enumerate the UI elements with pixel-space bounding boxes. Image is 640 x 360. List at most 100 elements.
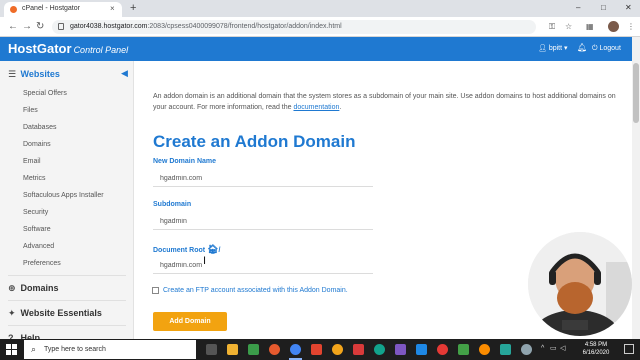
sidebar-section-website-essentials[interactable]: ✦ Website Essentials bbox=[8, 307, 102, 319]
ftp-account-checkbox[interactable] bbox=[152, 287, 159, 294]
maximize-button[interactable]: □ bbox=[601, 2, 606, 14]
cpanel-favicon-icon bbox=[10, 6, 17, 13]
browser-tab-bar: cPanel - Hostgator × + – □ ✕ bbox=[0, 0, 640, 17]
file-explorer-icon[interactable] bbox=[227, 344, 238, 355]
search-icon: ⌕ bbox=[31, 344, 37, 354]
task-view-icon[interactable] bbox=[206, 344, 217, 355]
intro-paragraph: An addon domain is an additional domain … bbox=[153, 91, 618, 113]
document-root-label-row: Document Root 🏠︎/ bbox=[153, 244, 221, 256]
user-icon: 👤︎ bbox=[538, 45, 549, 52]
document-root-label: Document Root bbox=[153, 247, 206, 254]
network-icon[interactable]: ▭ bbox=[550, 344, 557, 354]
user-menu[interactable]: 👤︎ bpitt ▾ bbox=[538, 43, 568, 55]
sidebar-item-databases[interactable]: Databases bbox=[23, 123, 56, 133]
add-domain-button[interactable]: Add Domain bbox=[153, 312, 227, 331]
app-icon-orange-round[interactable] bbox=[479, 344, 490, 355]
sidebar-item-email[interactable]: Email bbox=[23, 157, 41, 167]
wrench-icon: ✦ bbox=[8, 308, 16, 318]
browser-tab[interactable]: cPanel - Hostgator × bbox=[4, 2, 122, 17]
app-icon-teal-square[interactable] bbox=[500, 344, 511, 355]
close-tab-icon[interactable]: × bbox=[110, 4, 115, 14]
hostgator-logo[interactable]: HostGator Control Panel bbox=[8, 41, 128, 58]
browser-toolbar: ← → ↻ gator4038.hostgator.com:2083/cpses… bbox=[0, 17, 640, 37]
url-path: :2083/cpsess0400099078/frontend/hostgato… bbox=[147, 23, 342, 30]
address-bar[interactable]: gator4038.hostgator.com:2083/cpsess04000… bbox=[52, 20, 536, 34]
brave-icon[interactable] bbox=[311, 344, 322, 355]
volume-icon[interactable]: ◁ bbox=[560, 344, 565, 354]
new-domain-input[interactable] bbox=[153, 171, 373, 187]
close-window-button[interactable]: ✕ bbox=[625, 2, 632, 14]
scrollbar-thumb[interactable] bbox=[633, 63, 639, 123]
logout-label: Logout bbox=[599, 45, 621, 52]
taskbar-search[interactable]: ⌕ Type here to search bbox=[24, 340, 196, 359]
app-icon-red-round[interactable] bbox=[437, 344, 448, 355]
intro-end: . bbox=[339, 104, 342, 111]
chrome-icon[interactable] bbox=[290, 344, 301, 355]
subdomain-input[interactable] bbox=[153, 214, 373, 230]
webcam-overlay bbox=[528, 232, 632, 336]
sidebar-item-preferences[interactable]: Preferences bbox=[23, 259, 61, 269]
extensions-icon[interactable]: ▦ bbox=[586, 21, 594, 33]
windows-start-icon[interactable] bbox=[6, 344, 17, 355]
home-icon: 🏠︎ bbox=[207, 244, 219, 254]
sidebar-item-special-offers[interactable]: Special Offers bbox=[23, 89, 67, 99]
url-text[interactable]: gator4038.hostgator.com:2083/cpsess04000… bbox=[70, 22, 342, 32]
sidebar-section-domains[interactable]: ⊕ Domains bbox=[8, 282, 59, 294]
subdomain-label: Subdomain bbox=[153, 201, 192, 208]
sidebar-section-label: Websites bbox=[20, 69, 60, 79]
sidebar-section-websites[interactable]: ☰ Websites bbox=[8, 68, 60, 80]
clock-date: 6/16/2020 bbox=[582, 350, 610, 356]
documentation-link[interactable]: documentation bbox=[293, 104, 339, 111]
notifications-bell-icon[interactable]: 🔔︎ bbox=[577, 42, 587, 54]
app-icon-blue[interactable] bbox=[416, 344, 427, 355]
collapse-sidebar-icon[interactable]: ◀ bbox=[121, 68, 128, 78]
document-root-slash: / bbox=[218, 247, 221, 254]
reload-button[interactable]: ↻ bbox=[36, 21, 44, 33]
app-icon-green[interactable] bbox=[248, 344, 259, 355]
list-circle-icon: ☰ bbox=[8, 69, 17, 79]
back-button[interactable]: ← bbox=[8, 21, 18, 33]
sidebar-section-label: Domains bbox=[20, 283, 59, 293]
firefox-icon[interactable] bbox=[269, 344, 280, 355]
minimize-button[interactable]: – bbox=[576, 2, 580, 14]
app-icon-teal[interactable] bbox=[374, 344, 385, 355]
profile-avatar[interactable] bbox=[608, 21, 619, 32]
sidebar-divider bbox=[8, 300, 126, 301]
bookmark-star-icon[interactable]: ☆ bbox=[565, 21, 572, 33]
form-title: Create an Addon Domain bbox=[153, 132, 356, 151]
logo-text: HostGator bbox=[8, 41, 72, 56]
sidebar-item-software[interactable]: Software bbox=[23, 225, 51, 235]
forward-button[interactable]: → bbox=[22, 21, 32, 33]
sidebar-item-security[interactable]: Security bbox=[23, 208, 48, 218]
chrome-menu-icon[interactable]: ⋮ bbox=[627, 21, 635, 33]
document-root-input[interactable] bbox=[153, 258, 373, 274]
text-cursor-icon: I bbox=[203, 255, 207, 267]
sidebar: ☰ Websites ◀ Special Offers Files Databa… bbox=[0, 61, 134, 343]
ftp-account-label[interactable]: Create an FTP account associated with th… bbox=[163, 286, 348, 296]
username: bpitt bbox=[548, 45, 563, 52]
app-icon-purple[interactable] bbox=[395, 344, 406, 355]
new-tab-button[interactable]: + bbox=[130, 1, 136, 15]
sidebar-item-domains[interactable]: Domains bbox=[23, 140, 51, 150]
sidebar-item-metrics[interactable]: Metrics bbox=[23, 174, 46, 184]
taskbar-clock[interactable]: 4:58 PM 6/16/2020 bbox=[574, 341, 618, 357]
app-icon-orange[interactable] bbox=[332, 344, 343, 355]
notifications-icon[interactable] bbox=[624, 344, 634, 354]
intro-text: An addon domain is an additional domain … bbox=[153, 93, 616, 111]
windows-taskbar: ⌕ Type here to search ^ ▭ ◁ 4:58 PM 6/16… bbox=[0, 339, 640, 360]
sidebar-item-softaculous[interactable]: Softaculous Apps Installer bbox=[23, 191, 104, 201]
logout-link[interactable]: ⏻ Logout bbox=[592, 43, 621, 55]
sidebar-item-advanced[interactable]: Advanced bbox=[23, 242, 54, 252]
hostgator-header: HostGator Control Panel 👤︎ bpitt ▾ 🔔︎ ⏻ L… bbox=[0, 37, 632, 61]
url-host: gator4038.hostgator.com bbox=[70, 23, 148, 30]
app-icon-red[interactable] bbox=[353, 344, 364, 355]
key-icon[interactable]: ⚿ bbox=[549, 21, 555, 33]
page-scrollbar[interactable] bbox=[632, 37, 640, 339]
app-icon-grey[interactable] bbox=[521, 344, 532, 355]
sidebar-divider bbox=[8, 325, 126, 326]
app-icon-green-x[interactable] bbox=[458, 344, 469, 355]
sidebar-item-files[interactable]: Files bbox=[23, 106, 38, 116]
globe-icon: ⊕ bbox=[8, 283, 16, 293]
tray-chevron-icon[interactable]: ^ bbox=[541, 344, 544, 354]
logo-subtitle: Control Panel bbox=[73, 45, 129, 55]
